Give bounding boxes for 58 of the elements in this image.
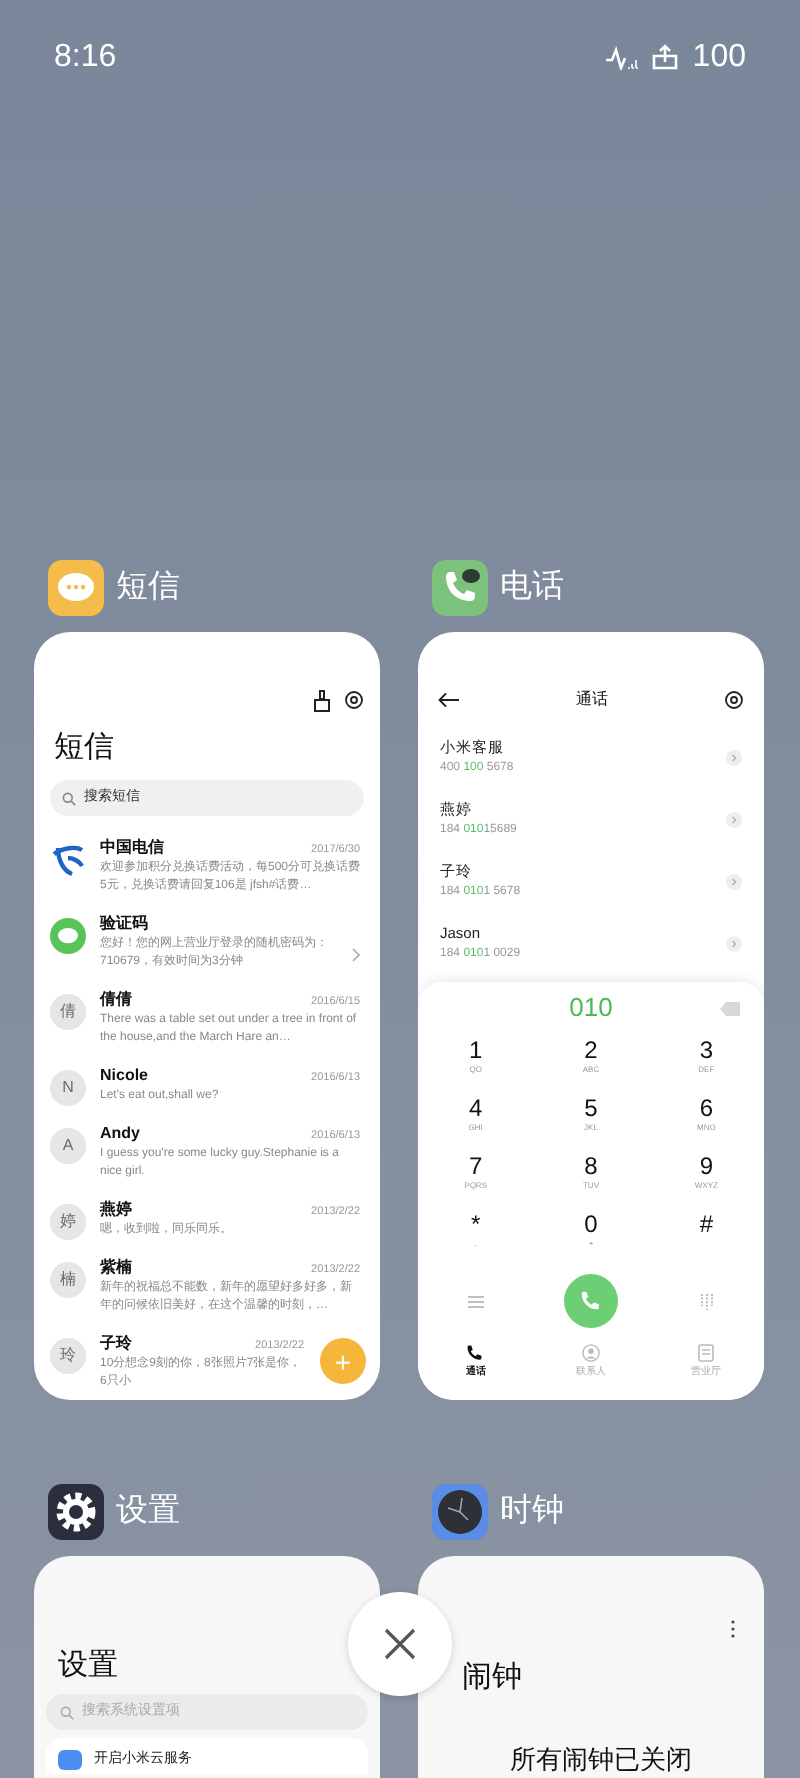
sender-name: 紫楠 (100, 1256, 132, 1280)
page-title: 设置 (58, 1650, 120, 1680)
sender-name: 燕婷 (100, 1198, 132, 1222)
cloud-service-icon (58, 1750, 82, 1770)
app-name: 时钟 (500, 1496, 564, 1528)
sender-name: 中国电信 (100, 836, 164, 860)
search-icon (62, 791, 76, 805)
dialpad-icon[interactable] (699, 1293, 714, 1309)
settings-icon[interactable] (344, 690, 364, 710)
broom-icon[interactable] (312, 689, 332, 711)
chevron-right-icon (352, 947, 360, 961)
contact-avatar: 婷 (50, 1204, 86, 1240)
back-arrow-icon[interactable] (438, 692, 460, 708)
cloud-upload-icon (650, 44, 681, 70)
contact-avatar: N (50, 1070, 86, 1106)
chat-avatar-icon (50, 918, 86, 954)
sender-name: Nicole (100, 1064, 149, 1088)
building-icon (698, 1344, 715, 1362)
person-icon (581, 1344, 600, 1362)
gear-app-icon (48, 1484, 104, 1540)
app-name: 短信 (116, 572, 180, 604)
contact-avatar: 楠 (50, 1262, 86, 1298)
battery-level: 100 (692, 37, 746, 77)
phone-app-icon (432, 560, 488, 616)
backspace-icon[interactable] (720, 1001, 740, 1015)
chevron-circle-icon[interactable] (726, 873, 742, 889)
chevron-circle-icon[interactable] (726, 749, 742, 765)
page-title: 短信 (54, 732, 116, 762)
sender-name: 子玲 (100, 1332, 132, 1356)
status-time: 8:16 (54, 37, 117, 77)
chevron-circle-icon[interactable] (726, 811, 742, 827)
more-options-icon[interactable] (730, 1620, 736, 1638)
app-name: 设置 (116, 1496, 180, 1528)
page-title: 通话 (576, 688, 608, 712)
contact-avatar: 玲 (50, 1338, 86, 1374)
contact-avatar: 倩 (50, 994, 86, 1030)
clock-app-icon (432, 1484, 488, 1540)
call-button[interactable] (563, 1274, 618, 1328)
sender-name: Andy (100, 1122, 140, 1146)
clock-app-card[interactable]: 闹钟 所有闹钟已关闭 (418, 1556, 764, 1778)
close-icon (384, 1628, 416, 1660)
chat-bubble-app-icon (48, 560, 104, 616)
menu-icon[interactable] (467, 1295, 484, 1307)
settings-icon[interactable] (724, 690, 744, 710)
alarm-status: 所有闹钟已关闭 (508, 1742, 694, 1778)
signal-icon (606, 45, 639, 69)
dialed-number: 010 (569, 990, 613, 1027)
app-name: 电话 (500, 572, 564, 604)
contact-avatar: A (50, 1128, 86, 1164)
telecom-logo-icon (50, 842, 86, 878)
page-title: 闹钟 (462, 1662, 524, 1692)
chevron-circle-icon[interactable] (726, 935, 742, 951)
sender-name: 倩倩 (100, 988, 132, 1012)
search-icon (60, 1705, 74, 1719)
phone-icon (579, 1290, 602, 1312)
phone-icon (466, 1344, 485, 1362)
sender-name: 验证码 (100, 912, 148, 936)
dial-key[interactable]: # (648, 1212, 764, 1270)
